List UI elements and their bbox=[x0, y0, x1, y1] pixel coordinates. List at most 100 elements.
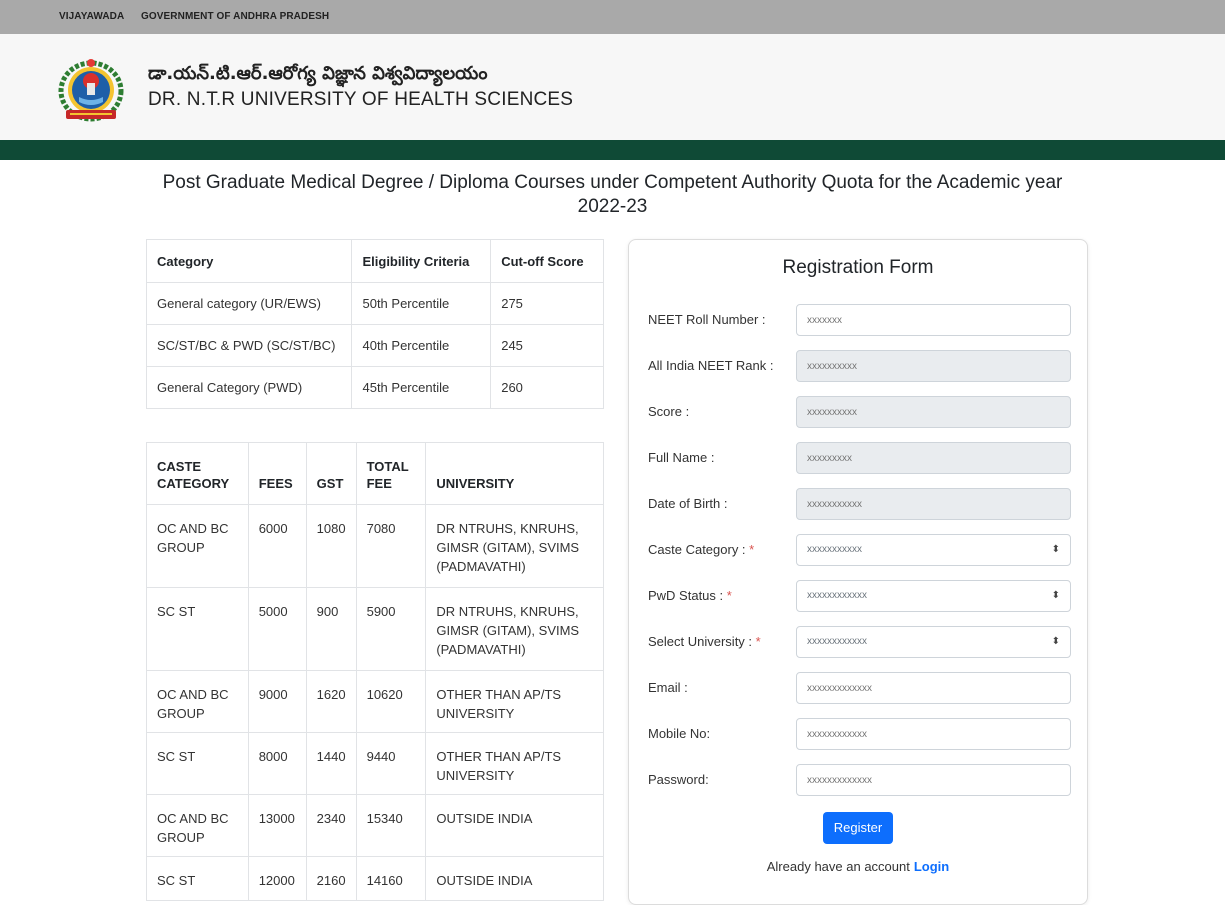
neet-rank-row: All India NEET Rank : bbox=[648, 350, 1071, 382]
score-input bbox=[796, 396, 1071, 428]
table-cell: 45th Percentile bbox=[351, 366, 492, 409]
top-bar: VIJAYAWADA GOVERNMENT OF ANDHRA PRADESH bbox=[0, 0, 1225, 34]
table-cell: SC/ST/BC & PWD (SC/ST/BC) bbox=[145, 324, 353, 367]
table-cell: SC ST bbox=[146, 856, 249, 901]
registration-form: Registration Form NEET Roll Number : All… bbox=[628, 239, 1088, 905]
form-title: Registration Form bbox=[782, 257, 934, 278]
table-cell: 5900 bbox=[355, 587, 427, 671]
table-header-row: Category Eligibility Criteria Cut-off Sc… bbox=[145, 239, 604, 283]
table-cell: General Category (PWD) bbox=[145, 366, 353, 409]
field-label: Date of Birth : bbox=[648, 496, 728, 511]
table-cell: 50th Percentile bbox=[351, 282, 492, 325]
site-header: డా.యన్.టి.ఆర్.ఆరోగ్య విజ్ఞాన విశ్వవిద్యా… bbox=[0, 34, 1225, 140]
caste-category-select[interactable]: xxxxxxxxxxx ⬍ bbox=[796, 534, 1071, 566]
column-header: GST bbox=[305, 442, 357, 505]
table-cell: OC AND BC GROUP bbox=[146, 794, 249, 857]
table-cell: OTHER THAN AP/TS UNIVERSITY bbox=[425, 732, 604, 795]
table-cell: SC ST bbox=[146, 732, 249, 795]
table-cell: 1440 bbox=[305, 732, 357, 795]
score-row: Score : bbox=[648, 396, 1071, 428]
neet-roll-row: NEET Roll Number : bbox=[648, 304, 1071, 336]
table-cell: 40th Percentile bbox=[351, 324, 492, 367]
table-row: OC AND BC GROUP 9000 1620 10620 OTHER TH… bbox=[146, 670, 604, 733]
selected-value: xxxxxxxxxxxx bbox=[807, 590, 867, 601]
field-label: Mobile No: bbox=[648, 726, 711, 741]
table-cell: 6000 bbox=[247, 504, 307, 588]
table-row: SC ST 12000 2160 14160 OUTSIDE INDIA bbox=[146, 856, 604, 901]
table-cell: OUTSIDE INDIA bbox=[425, 856, 604, 901]
table-cell: 275 bbox=[490, 282, 604, 325]
table-row: SC ST 8000 1440 9440 OTHER THAN AP/TS UN… bbox=[146, 732, 604, 795]
caste-category-row: Caste Category : * xxxxxxxxxxx ⬍ bbox=[648, 534, 1071, 566]
full-name-input bbox=[796, 442, 1071, 474]
table-row: OC AND BC GROUP 6000 1080 7080 DR NTRUHS… bbox=[146, 504, 604, 588]
table-cell: 8000 bbox=[247, 732, 307, 795]
table-cell: 1620 bbox=[305, 670, 357, 733]
table-cell: 7080 bbox=[355, 504, 427, 588]
eligibility-table: Category Eligibility Criteria Cut-off Sc… bbox=[145, 239, 604, 409]
university-row: Select University : * xxxxxxxxxxxx ⬍ bbox=[648, 626, 1071, 658]
field-label: All India NEET Rank : bbox=[648, 358, 774, 373]
field-label: Full Name : bbox=[648, 450, 715, 465]
table-row: SC ST 5000 900 5900 DR NTRUHS, KNRUHS, G… bbox=[146, 587, 604, 671]
label-text: PwD Status : bbox=[648, 588, 724, 603]
label-text: Caste Category : bbox=[648, 542, 746, 557]
select-arrows-icon: ⬍ bbox=[1051, 636, 1060, 647]
select-arrows-icon: ⬍ bbox=[1051, 590, 1060, 601]
table-cell: 2340 bbox=[305, 794, 357, 857]
mobile-input[interactable] bbox=[796, 718, 1071, 750]
selected-value: xxxxxxxxxxxx bbox=[807, 636, 867, 647]
login-link[interactable]: Login bbox=[914, 859, 949, 874]
city-label: VIJAYAWADA bbox=[59, 11, 125, 22]
pwd-status-row: PwD Status : * xxxxxxxxxxxx ⬍ bbox=[648, 580, 1071, 612]
column-header: CASTE CATEGORY bbox=[146, 442, 249, 505]
full-name-row: Full Name : bbox=[648, 442, 1071, 474]
login-prompt: Already have an account Login bbox=[629, 859, 1087, 874]
table-cell: 15340 bbox=[355, 794, 427, 857]
select-arrows-icon: ⬍ bbox=[1051, 544, 1060, 555]
table-cell: General category (UR/EWS) bbox=[145, 282, 353, 325]
column-header: TOTAL FEE bbox=[355, 442, 427, 505]
table-cell: DR NTRUHS, KNRUHS, GIMSR (GITAM), SVIMS … bbox=[425, 504, 604, 588]
field-label: Email : bbox=[648, 680, 688, 695]
required-mark: * bbox=[749, 542, 755, 557]
neet-rank-input bbox=[796, 350, 1071, 382]
government-label: GOVERNMENT OF ANDHRA PRADESH bbox=[141, 11, 330, 22]
table-cell: 12000 bbox=[247, 856, 307, 901]
table-cell: 260 bbox=[490, 366, 604, 409]
email-row: Email : bbox=[648, 672, 1071, 704]
table-cell: OC AND BC GROUP bbox=[146, 504, 249, 588]
field-label: NEET Roll Number : bbox=[648, 312, 766, 327]
dob-row: Date of Birth : bbox=[648, 488, 1071, 520]
table-cell: 10620 bbox=[355, 670, 427, 733]
table-row: General Category (PWD) 45th Percentile 2… bbox=[145, 366, 604, 409]
column-header: Category bbox=[145, 239, 353, 283]
neet-roll-number-input[interactable] bbox=[796, 304, 1071, 336]
column-header: Eligibility Criteria bbox=[351, 239, 492, 283]
field-label: PwD Status : * bbox=[648, 580, 732, 612]
password-input[interactable] bbox=[796, 764, 1071, 796]
green-band bbox=[0, 140, 1225, 160]
university-name-english: DR. N.T.R UNIVERSITY OF HEALTH SCIENCES bbox=[148, 89, 574, 110]
table-cell: 14160 bbox=[355, 856, 427, 901]
required-mark: * bbox=[726, 588, 732, 603]
table-row: General category (UR/EWS) 50th Percentil… bbox=[145, 282, 604, 325]
university-select[interactable]: xxxxxxxxxxxx ⬍ bbox=[796, 626, 1071, 658]
mobile-row: Mobile No: bbox=[648, 718, 1071, 750]
table-cell: 9440 bbox=[355, 732, 427, 795]
field-label: Password: bbox=[648, 772, 709, 787]
table-cell: OUTSIDE INDIA bbox=[425, 794, 604, 857]
table-cell: OC AND BC GROUP bbox=[146, 670, 249, 733]
table-row: OC AND BC GROUP 13000 2340 15340 OUTSIDE… bbox=[146, 794, 604, 857]
table-header-row: CASTE CATEGORY FEES GST TOTAL FEE UNIVER… bbox=[146, 442, 604, 505]
university-name-telugu: డా.యన్.టి.ఆర్.ఆరోగ్య విజ్ఞాన విశ్వవిద్యా… bbox=[148, 63, 488, 84]
column-header: UNIVERSITY bbox=[425, 442, 604, 505]
password-row: Password: bbox=[648, 764, 1071, 796]
label-text: Select University : bbox=[648, 634, 753, 649]
required-mark: * bbox=[755, 634, 761, 649]
table-cell: 13000 bbox=[247, 794, 307, 857]
email-input[interactable] bbox=[796, 672, 1071, 704]
pwd-status-select[interactable]: xxxxxxxxxxxx ⬍ bbox=[796, 580, 1071, 612]
login-prompt-text: Already have an account bbox=[766, 859, 910, 874]
register-button[interactable]: Register bbox=[823, 812, 893, 844]
